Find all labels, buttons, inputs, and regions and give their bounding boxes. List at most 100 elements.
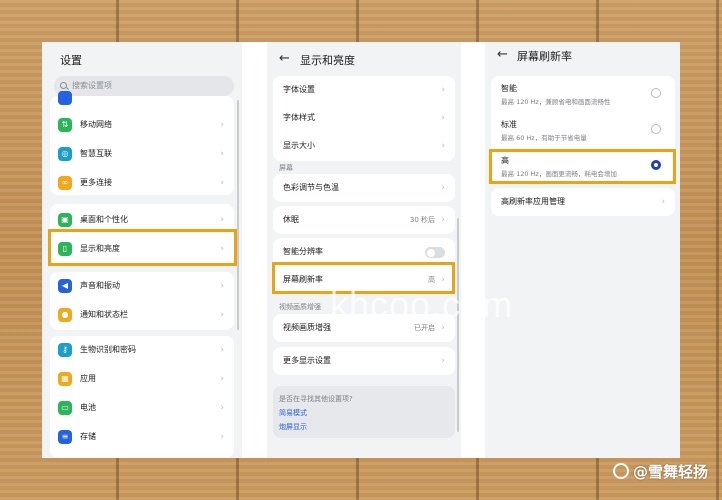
section-header-screen: 屏幕 xyxy=(279,164,293,172)
chevron-right-icon: › xyxy=(441,141,445,151)
radio-button-selected[interactable] xyxy=(651,160,661,170)
settings-item-label: 电池 xyxy=(80,403,96,412)
page-title: 屏幕刷新率 xyxy=(517,50,572,63)
partial-item-icon xyxy=(58,91,72,105)
settings-item-notification[interactable]: ● 通知和状态栏 › xyxy=(50,301,234,329)
more-display-item[interactable]: 更多显示设置 › xyxy=(273,347,455,375)
chevron-right-icon: › xyxy=(441,356,445,366)
font-style-item[interactable]: 字体样式 › xyxy=(273,104,455,132)
settings-panel: 设置 搜索设置项 ⇅ 移动网络 › ◎ 智慧互联 › ∞ 更多连接 › ▣ 桌面… xyxy=(42,42,242,458)
back-arrow-icon[interactable]: ← xyxy=(497,48,508,61)
refresh-options-card: 智能 最高 120 Hz，兼顾省电和画面流畅性 标准 最高 60 Hz，有助于节… xyxy=(491,76,675,182)
settings-item-biometric[interactable]: ⚷ 生物识别和密码 › xyxy=(50,336,234,364)
battery-icon: ▭ xyxy=(58,401,72,415)
radio-button[interactable] xyxy=(651,88,661,98)
item-label: 视频画质增强 xyxy=(283,323,331,332)
weibo-icon xyxy=(612,463,629,479)
chevron-right-icon: › xyxy=(661,197,665,207)
smart-resolution-item: 智能分辨率 xyxy=(273,238,455,266)
section-header-video: 视频画质增强 xyxy=(279,303,321,311)
item-label: 字体样式 xyxy=(283,113,315,122)
option-title: 标准 xyxy=(501,120,517,129)
option-high[interactable]: 高 最高 120 Hz，画面更流畅，耗电会增加 xyxy=(491,148,675,182)
sleep-card: 休眠 30 秒后 › xyxy=(273,206,455,234)
settings-card-personalize: ▣ 桌面和个性化 › ▯ 显示和亮度 › xyxy=(50,204,234,264)
settings-item-desktop[interactable]: ▣ 桌面和个性化 › xyxy=(50,206,234,234)
chevron-right-icon: › xyxy=(441,85,445,95)
settings-item-label: 移动网络 xyxy=(80,120,112,129)
item-label: 字体设置 xyxy=(283,85,315,94)
settings-item-sound[interactable]: ◀ 声音和振动 › xyxy=(50,272,234,300)
chevron-right-icon: › xyxy=(220,310,224,320)
page-title: 显示和亮度 xyxy=(300,54,355,67)
color-temp-item[interactable]: 色彩调节与色温 › xyxy=(273,174,455,202)
notch-display-link[interactable]: 炮屏显示 xyxy=(279,422,307,432)
mobile-network-icon: ⇅ xyxy=(58,118,72,132)
refresh-rate-panel: ← 屏幕刷新率 智能 最高 120 Hz，兼顾省电和画面流畅性 标准 最高 60… xyxy=(485,42,680,458)
color-temp-card: 色彩调节与色温 › xyxy=(273,174,455,202)
settings-item-battery[interactable]: ▭ 电池 › xyxy=(50,394,234,422)
settings-item-partial[interactable] xyxy=(50,84,234,112)
option-title: 智能 xyxy=(501,84,517,93)
credit-badge: @雪舞轻扬 xyxy=(612,458,708,486)
item-label: 屏幕刷新率 xyxy=(283,275,323,284)
font-settings-card: 字体设置 › 字体样式 › 显示大小 › xyxy=(273,76,455,161)
chevron-right-icon: › xyxy=(220,403,224,413)
smart-resolution-toggle[interactable] xyxy=(425,247,445,258)
item-value: 30 秒后 xyxy=(409,216,435,224)
more-display-card: 更多显示设置 › xyxy=(273,347,455,375)
font-settings-item[interactable]: 字体设置 › xyxy=(273,76,455,104)
chevron-right-icon: › xyxy=(220,149,224,159)
suggestion-card: 是否在寻找其他设置项? 简易模式 炮屏显示 xyxy=(273,386,455,438)
settings-item-label: 存储 xyxy=(80,432,96,441)
option-desc: 最高 120 Hz，画面更流畅，耗电会增加 xyxy=(501,170,617,178)
settings-item-label: 显示和亮度 xyxy=(80,244,120,253)
option-desc: 最高 60 Hz，有助于节省电量 xyxy=(501,134,587,142)
sleep-item[interactable]: 休眠 30 秒后 › xyxy=(273,206,455,234)
biometric-password-icon: ⚷ xyxy=(58,343,72,357)
chevron-right-icon: › xyxy=(220,281,224,291)
item-label: 色彩调节与色温 xyxy=(283,183,339,192)
display-size-item[interactable]: 显示大小 › xyxy=(273,132,455,160)
app-manage-card: 高刷新率应用管理 › xyxy=(491,188,675,216)
settings-item-more-connections[interactable]: ∞ 更多连接 › xyxy=(50,169,234,197)
smart-connect-icon: ◎ xyxy=(58,147,72,161)
settings-item-label: 应用 xyxy=(80,374,96,383)
option-title: 高 xyxy=(501,156,509,165)
settings-item-label: 桌面和个性化 xyxy=(80,215,128,224)
back-arrow-icon[interactable]: ← xyxy=(279,52,290,65)
option-desc: 最高 120 Hz，兼顾省电和画面流畅性 xyxy=(501,98,611,106)
option-smart[interactable]: 智能 最高 120 Hz，兼顾省电和画面流畅性 xyxy=(491,76,675,110)
chevron-right-icon: › xyxy=(220,244,224,254)
radio-button[interactable] xyxy=(651,124,661,134)
chevron-right-icon: › xyxy=(441,215,445,225)
high-refresh-app-manage-item[interactable]: 高刷新率应用管理 › xyxy=(491,188,675,216)
settings-item-storage[interactable]: ≡ 存储 › xyxy=(50,423,234,451)
more-connections-icon: ∞ xyxy=(58,176,72,190)
settings-item-label: 生物识别和密码 xyxy=(80,345,136,354)
option-standard[interactable]: 标准 最高 60 Hz，有助于节省电量 xyxy=(491,112,675,146)
page-title: 设置 xyxy=(60,54,82,67)
settings-item-apps[interactable]: ▦ 应用 › xyxy=(50,365,234,393)
chevron-right-icon: › xyxy=(220,120,224,130)
settings-card-system: ⚷ 生物识别和密码 › ▦ 应用 › ▭ 电池 › ≡ 存储 › xyxy=(50,336,234,458)
chevron-right-icon: › xyxy=(220,178,224,188)
settings-item-smart-connect[interactable]: ◎ 智慧互联 › xyxy=(50,140,234,168)
chevron-right-icon: › xyxy=(220,374,224,384)
storage-icon: ≡ xyxy=(58,430,72,444)
settings-item-mobile-network[interactable]: ⇅ 移动网络 › xyxy=(50,111,234,139)
item-label: 智能分辨率 xyxy=(283,247,323,256)
item-label: 高刷新率应用管理 xyxy=(501,197,565,206)
apps-icon: ▦ xyxy=(58,372,72,386)
simple-mode-link[interactable]: 简易模式 xyxy=(279,408,307,418)
settings-item-label: 更多连接 xyxy=(80,178,112,187)
desktop-personalize-icon: ▣ xyxy=(58,213,72,227)
chevron-right-icon: › xyxy=(220,345,224,355)
settings-item-display-brightness[interactable]: ▯ 显示和亮度 › xyxy=(50,235,234,263)
notification-icon: ● xyxy=(58,308,72,322)
display-brightness-icon: ▯ xyxy=(58,242,72,256)
suggestion-title: 是否在寻找其他设置项? xyxy=(279,395,353,403)
scrollbar[interactable] xyxy=(237,100,239,330)
credit-text: @雪舞轻扬 xyxy=(632,463,708,481)
settings-card-sound: ◀ 声音和振动 › ● 通知和状态栏 › xyxy=(50,272,234,330)
